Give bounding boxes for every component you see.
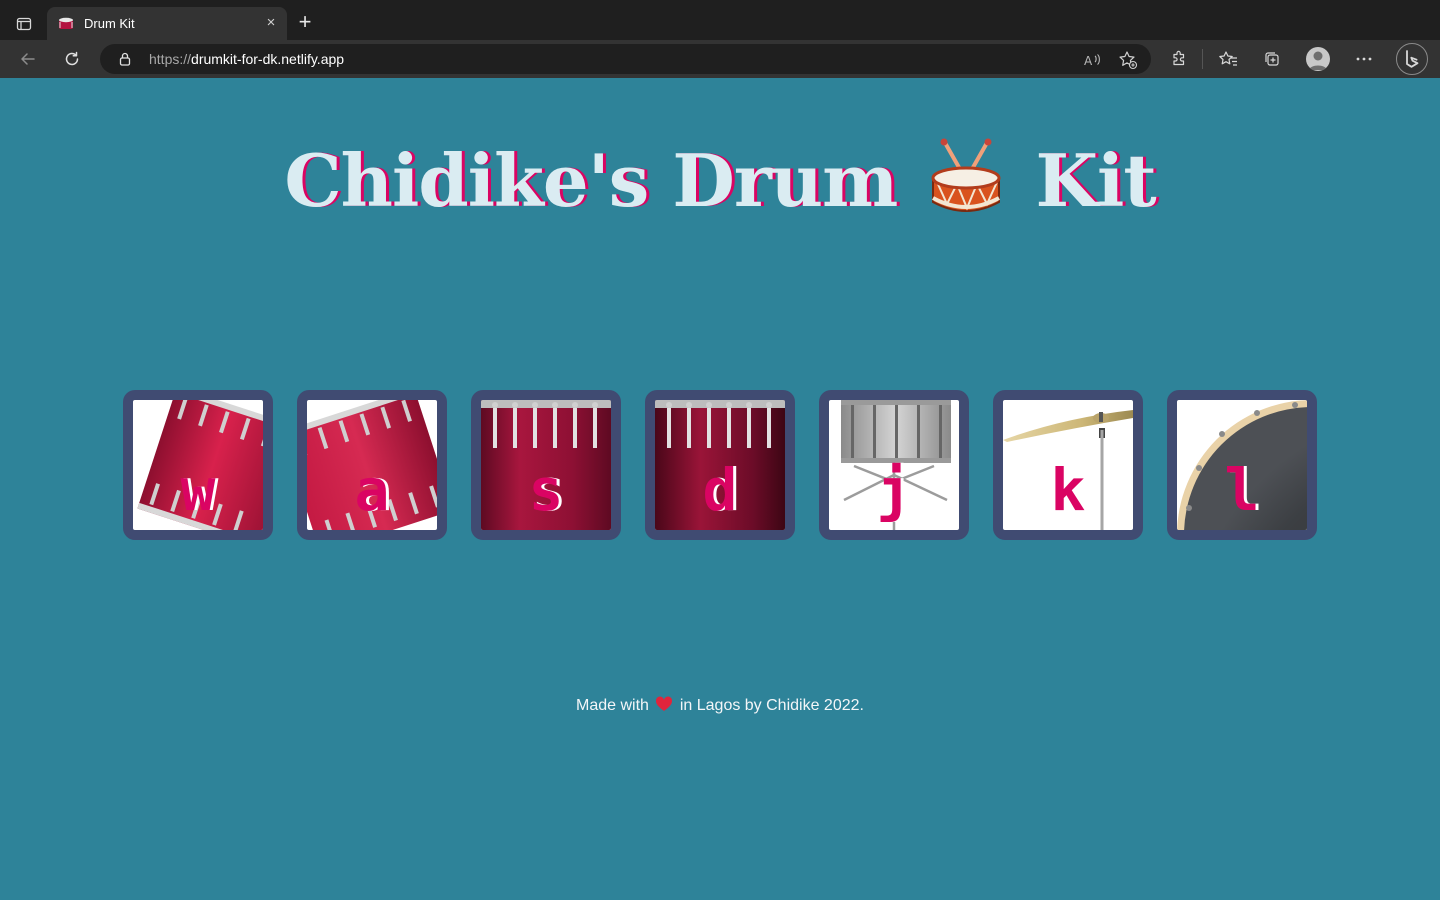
read-aloud-icon[interactable]: A: [1082, 50, 1102, 70]
url-host: drumkit-for-dk.netlify.app: [191, 51, 345, 67]
collections-icon[interactable]: [1261, 48, 1283, 70]
tab-title: Drum Kit: [84, 16, 135, 31]
bing-icon: [1406, 50, 1419, 68]
profile-avatar[interactable]: [1306, 47, 1330, 71]
drum-key-label: s: [528, 456, 564, 524]
favorites-icon[interactable]: [1217, 48, 1239, 70]
drum-favicon-icon: [57, 15, 75, 33]
title-text-second: Kit: [1035, 138, 1156, 223]
svg-text:A: A: [1084, 54, 1093, 68]
heart-icon: [655, 696, 673, 712]
profile-icon: [1309, 51, 1327, 70]
add-favorite-icon[interactable]: [1118, 50, 1138, 70]
drum-key-label: a: [354, 456, 390, 524]
tab-actions-icon[interactable]: [12, 12, 36, 36]
drum-emoji-icon: [927, 138, 1005, 218]
footer-text-after: in Lagos by Chidike 2022.: [679, 697, 864, 714]
drum-button-d[interactable]: d: [645, 390, 795, 540]
drum-key-label: j: [876, 456, 912, 524]
url-text[interactable]: https://drumkit-for-dk.netlify.app: [149, 51, 344, 67]
title-text-first: Chidike's Drum: [284, 138, 898, 223]
new-tab-button[interactable]: +: [294, 11, 316, 34]
drum-button-w[interactable]: w: [123, 390, 273, 540]
tab-close-icon[interactable]: ×: [263, 15, 279, 31]
browser-titlebar: Drum Kit × +: [0, 0, 1440, 40]
address-bar[interactable]: https://drumkit-for-dk.netlify.app A: [100, 44, 1151, 74]
drum-set: w a s d j k l: [123, 390, 1317, 540]
drum-button-s[interactable]: s: [471, 390, 621, 540]
url-protocol: https://: [149, 51, 192, 67]
browser-tab[interactable]: Drum Kit ×: [47, 7, 287, 40]
footer-text-before: Made with: [576, 697, 649, 714]
drum-button-k[interactable]: k: [993, 390, 1143, 540]
browser-toolbar: https://drumkit-for-dk.netlify.app A: [0, 40, 1440, 78]
more-options-icon[interactable]: [1353, 48, 1375, 70]
lock-icon[interactable]: [117, 51, 133, 67]
drum-button-j[interactable]: j: [819, 390, 969, 540]
back-icon[interactable]: [16, 47, 40, 71]
toolbar-separator: [1202, 49, 1203, 69]
drum-key-label: k: [1050, 456, 1086, 524]
page-title: Chidike's Drum Kit: [0, 138, 1440, 223]
footer: Made with in Lagos by Chidike 2022.: [0, 696, 1440, 715]
drum-key-label: w: [180, 456, 216, 524]
extensions-icon[interactable]: [1168, 48, 1190, 70]
drum-button-l[interactable]: l: [1167, 390, 1317, 540]
drum-key-label: d: [702, 456, 738, 524]
drum-key-label: l: [1224, 456, 1260, 524]
bing-chat-button[interactable]: [1396, 43, 1428, 75]
refresh-icon[interactable]: [60, 47, 84, 71]
drum-button-a[interactable]: a: [297, 390, 447, 540]
